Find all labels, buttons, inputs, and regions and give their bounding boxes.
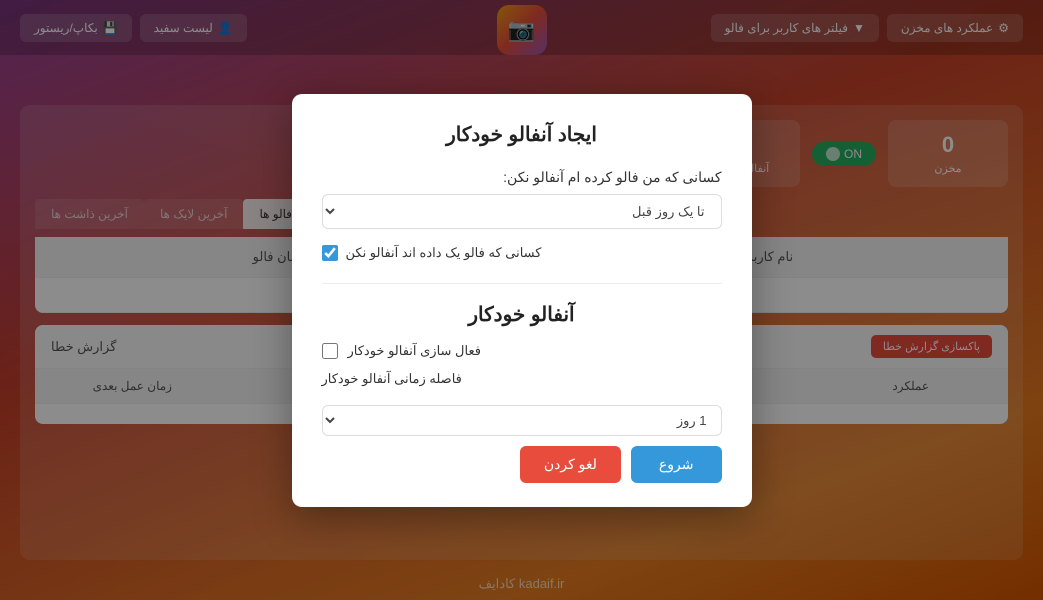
modal-overlay: ایجاد آنفالو خودکار کسانی که من فالو کرد… bbox=[0, 0, 1043, 600]
interval-select[interactable]: 1 روز 2 روز 3 روز 1 هفته bbox=[322, 405, 722, 436]
modal-divider bbox=[322, 283, 722, 284]
checkbox-label: کسانی که فالو یک داده اند آنفالو نکن bbox=[346, 245, 542, 261]
autounfollow-section-title: آنفالو خودکار bbox=[322, 302, 722, 327]
toggle-activate-label: فعال سازی آنفالو خودکار bbox=[348, 343, 481, 359]
interval-label: فاصله زمانی آنفالو خودکار bbox=[322, 371, 462, 387]
modal-section1-label: کسانی که من فالو کرده ام آنفالو نکن: bbox=[322, 169, 722, 186]
no-followers-checkbox[interactable] bbox=[322, 245, 338, 261]
checkbox-row: کسانی که فالو یک داده اند آنفالو نکن bbox=[322, 245, 722, 261]
cancel-button[interactable]: لغو کردن bbox=[520, 446, 621, 483]
start-btn-label: شروع bbox=[659, 456, 694, 472]
autounfollow-toggle-row: فعال سازی آنفالو خودکار bbox=[322, 343, 722, 359]
autounfollow-modal: ایجاد آنفالو خودکار کسانی که من فالو کرد… bbox=[292, 94, 752, 507]
cancel-btn-label: لغو کردن bbox=[544, 456, 597, 472]
modal-title: ایجاد آنفالو خودکار bbox=[322, 122, 722, 147]
autounfollow-activate-checkbox[interactable] bbox=[322, 343, 338, 359]
start-button[interactable]: شروع bbox=[631, 446, 722, 483]
section1-select[interactable]: تا یک روز قبل تا دو روز قبل تا یک هفته ق… bbox=[322, 194, 722, 229]
modal-footer-buttons: شروع لغو کردن bbox=[322, 446, 722, 483]
interval-row: فاصله زمانی آنفالو خودکار bbox=[322, 371, 722, 387]
